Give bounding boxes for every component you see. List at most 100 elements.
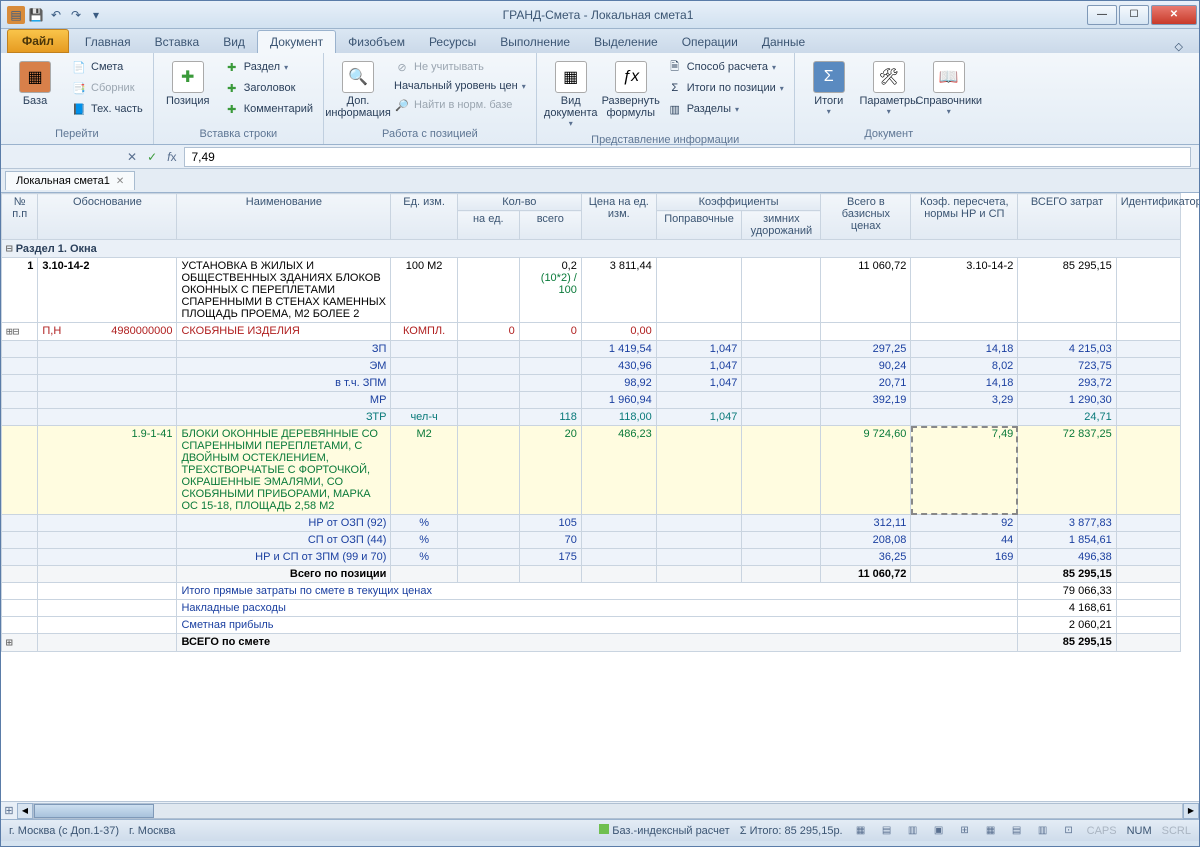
table-row[interactable]: ЗП1 419,541,047297,2514,184 215,03 <box>2 341 1181 358</box>
titlebar: ▤ 💾 ↶ ↷ ▾ ГРАНД-Смета - Локальная смета1… <box>1 1 1199 29</box>
col-popr[interactable]: Поправочные <box>656 211 742 240</box>
position-button[interactable]: ✚Позиция <box>160 57 216 111</box>
col-koef[interactable]: Коэффициенты <box>656 194 821 211</box>
summary-row[interactable]: Накладные расходы4 168,61 <box>2 600 1181 617</box>
status-calc-mode[interactable]: Баз.-индексный расчет <box>599 824 729 837</box>
grid-area[interactable]: № п.п Обоснование Наименование Ед. изм. … <box>1 193 1199 801</box>
status-icon[interactable]: ▤ <box>1009 823 1025 839</box>
kommentariy-button[interactable]: ✚Комментарий <box>220 99 317 119</box>
qat-dropdown-icon[interactable]: ▾ <box>87 6 105 24</box>
tech-button[interactable]: 📘Тех. часть <box>67 99 147 119</box>
col-naed[interactable]: на ед. <box>457 211 519 240</box>
file-tab[interactable]: Файл <box>7 29 69 53</box>
itogi-button[interactable]: ΣИтоги <box>801 57 857 120</box>
table-row[interactable]: ЗТРчел-ч118118,001,04724,71 <box>2 409 1181 426</box>
status-icon[interactable]: ⊞ <box>957 823 973 839</box>
status-icon[interactable]: ▣ <box>931 823 947 839</box>
col-zim[interactable]: зимних удорожаний <box>742 211 821 240</box>
save-icon[interactable]: 💾 <box>27 6 45 24</box>
tab-data[interactable]: Данные <box>750 31 817 53</box>
undo-icon[interactable]: ↶ <box>47 6 65 24</box>
viddoc-button[interactable]: ▦Вид документа <box>543 57 599 132</box>
close-button[interactable]: ✕ <box>1151 5 1197 25</box>
tab-document[interactable]: Документ <box>257 30 336 53</box>
col-obos[interactable]: Обоснование <box>38 194 177 240</box>
parametry-button[interactable]: 🛠Параметры <box>861 57 917 120</box>
formula-accept-icon[interactable]: ✓ <box>145 150 159 164</box>
col-ed[interactable]: Ед. изм. <box>391 194 457 240</box>
col-baz[interactable]: Всего в базисных ценах <box>821 194 911 240</box>
dopinfo-button[interactable]: 🔍Доп. информация <box>330 57 386 123</box>
summary-row[interactable]: Итого прямые затраты по смете в текущих … <box>2 583 1181 600</box>
expand-icon[interactable]: ⊞ <box>6 636 13 649</box>
formula-fx-icon[interactable]: fx <box>165 150 178 164</box>
table-row[interactable]: ЭМ430,961,04790,248,02723,75 <box>2 358 1181 375</box>
total-row[interactable]: Всего по позиции11 060,7285 295,15 <box>2 566 1181 583</box>
tab-insert[interactable]: Вставка <box>143 31 212 53</box>
ribbon-group-document: ΣИтоги 🛠Параметры 📖Справочники Документ <box>795 53 983 144</box>
status-icon[interactable]: ▥ <box>1035 823 1051 839</box>
tab-ops[interactable]: Операции <box>670 31 750 53</box>
scrollbar-track[interactable] <box>33 803 1183 819</box>
tab-main[interactable]: Главная <box>73 31 143 53</box>
tab-close-icon[interactable]: ✕ <box>116 176 124 187</box>
formula-input[interactable] <box>184 147 1191 167</box>
col-ident[interactable]: Идентификатор <box>1116 194 1180 240</box>
horizontal-scroll: ⊞ ◀ ▶ <box>1 801 1199 819</box>
tab-res[interactable]: Ресурсы <box>417 31 488 53</box>
tab-select[interactable]: Выделение <box>582 31 670 53</box>
col-kper[interactable]: Коэф. пересчета, нормы НР и СП <box>911 194 1018 240</box>
table-row[interactable]: НР от ОЗП (92)%105312,11923 877,83 <box>2 515 1181 532</box>
summary-row[interactable]: Сметная прибыль2 060,21 <box>2 617 1181 634</box>
formula-cancel-icon[interactable]: ✕ <box>125 150 139 164</box>
tab-view[interactable]: Вид <box>211 31 257 53</box>
col-naim[interactable]: Наименование <box>177 194 391 240</box>
expand-all-icon[interactable]: ⊞ <box>1 804 17 817</box>
scroll-left-icon[interactable]: ◀ <box>17 803 33 819</box>
scroll-right-icon[interactable]: ▶ <box>1183 803 1199 819</box>
col-kolvo[interactable]: Кол-во <box>457 194 581 211</box>
calc-icon: 🗎 <box>667 59 683 75</box>
spravochniki-button[interactable]: 📖Справочники <box>921 57 977 120</box>
col-zat[interactable]: ВСЕГО затрат <box>1018 194 1116 240</box>
maximize-button[interactable]: ☐ <box>1119 5 1149 25</box>
status-icon[interactable]: ▥ <box>905 823 921 839</box>
grand-total-row[interactable]: ⊞ВСЕГО по смете85 295,15 <box>2 634 1181 652</box>
col-cena[interactable]: Цена на ед. изм. <box>581 194 656 240</box>
itogi-poz-button[interactable]: ΣИтоги по позиции <box>663 78 788 98</box>
zagolovok-button[interactable]: ✚Заголовок <box>220 78 317 98</box>
razdel-button[interactable]: ✚Раздел <box>220 57 317 77</box>
status-icon[interactable]: ▤ <box>879 823 895 839</box>
smeta-button[interactable]: 📄Смета <box>67 57 147 77</box>
razdely-button[interactable]: ▥Разделы <box>663 99 788 119</box>
table-row-selected[interactable]: 1.9-1-41БЛОКИ ОКОННЫЕ ДЕРЕВЯННЫЕ СО СПАР… <box>2 426 1181 515</box>
estimate-grid[interactable]: № п.п Обоснование Наименование Ед. изм. … <box>1 193 1181 652</box>
col-npp[interactable]: № п.п <box>2 194 38 240</box>
sposob-button[interactable]: 🗎Способ расчета <box>663 57 788 77</box>
nach-uroven-button[interactable]: Начальный уровень цен <box>390 78 530 94</box>
active-cell: 7,49 <box>911 426 1018 515</box>
document-tab[interactable]: Локальная смета1 ✕ <box>5 171 135 190</box>
minimize-button[interactable]: — <box>1087 5 1117 25</box>
table-row[interactable]: МР1 960,94392,193,291 290,30 <box>2 392 1181 409</box>
table-row[interactable]: СП от ОЗП (44)%70208,08441 854,61 <box>2 532 1181 549</box>
redo-icon[interactable]: ↷ <box>67 6 85 24</box>
expand-icon[interactable]: ⊞⊟ <box>6 325 19 338</box>
baza-button[interactable]: ▦База <box>7 57 63 111</box>
table-row[interactable]: в т.ч. ЗПМ98,921,04720,7114,18293,72 <box>2 375 1181 392</box>
status-icon[interactable]: ▦ <box>853 823 869 839</box>
table-row[interactable]: НР и СП от ЗПМ (99 и 70)%17536,25169496,… <box>2 549 1181 566</box>
table-row[interactable]: ⊞⊟ П,Н 4980000000 СКОБЯНЫЕ ИЗДЕЛИЯКОМПЛ.… <box>2 323 1181 341</box>
section-row[interactable]: ⊟ Раздел 1. Окна <box>2 240 1181 258</box>
ribbon-help-icon[interactable]: ◇ <box>1175 40 1183 53</box>
tab-exec[interactable]: Выполнение <box>488 31 582 53</box>
col-vsego[interactable]: всего <box>519 211 581 240</box>
status-icon[interactable]: ▦ <box>983 823 999 839</box>
collapse-icon[interactable]: ⊟ <box>6 242 13 255</box>
table-row[interactable]: 13.10-14-2 УСТАНОВКА В ЖИЛЫХ И ОБЩЕСТВЕН… <box>2 258 1181 323</box>
scrollbar-thumb[interactable] <box>34 804 154 818</box>
tab-phys[interactable]: Физобъем <box>336 31 417 53</box>
plus-icon: ✚ <box>224 80 240 96</box>
razvernut-button[interactable]: ƒxРазвернуть формулы <box>603 57 659 123</box>
status-icon[interactable]: ⊡ <box>1061 823 1077 839</box>
